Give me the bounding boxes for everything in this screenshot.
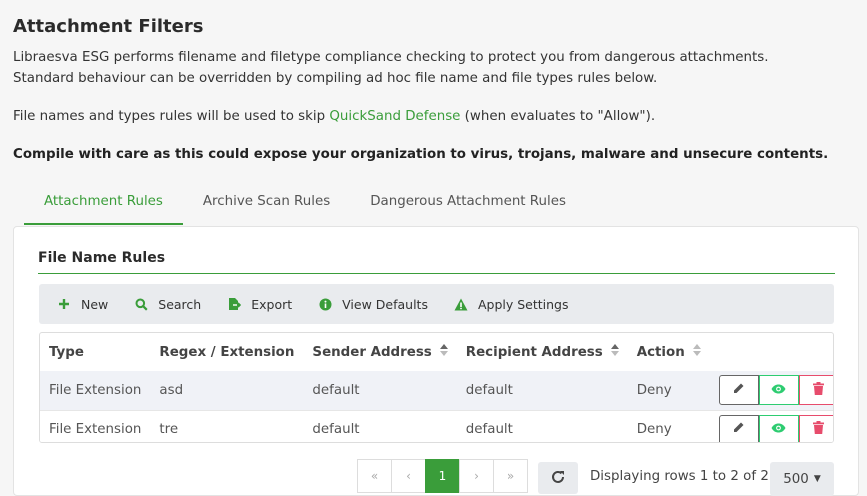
- sort-icon: [439, 344, 448, 360]
- plus-icon: [57, 297, 71, 311]
- column-header-recipient[interactable]: Recipient Address: [457, 333, 628, 371]
- toolbar: New Search Export View Defaults Apply Se…: [39, 284, 834, 324]
- cell-row-actions: [710, 371, 833, 410]
- description-text-after-link: (when evaluates to "Allow").: [460, 109, 656, 124]
- refresh-icon: [551, 469, 565, 488]
- search-button[interactable]: Search: [134, 297, 201, 312]
- view-defaults-button-label: View Defaults: [342, 296, 428, 312]
- column-header-action-label: Action: [636, 345, 685, 360]
- delete-button[interactable]: [798, 375, 833, 406]
- file-export-icon: [227, 297, 242, 311]
- quicksand-defense-link[interactable]: QuickSand Defense: [329, 109, 460, 124]
- eye-icon: [771, 422, 786, 437]
- cell-regex: tre: [159, 422, 179, 438]
- table-header-row: Type Regex / Extension Sender Address Re…: [40, 333, 833, 371]
- tab-attachment-rules[interactable]: Attachment Rules: [24, 184, 183, 225]
- info-icon: [318, 297, 332, 311]
- last-page-button[interactable]: »: [493, 459, 528, 493]
- description-text-before-link: File names and types rules will be used …: [13, 109, 330, 124]
- page-1-button[interactable]: 1: [425, 459, 460, 493]
- caret-down-icon: ▼: [813, 474, 821, 484]
- column-header-sender-label: Sender Address: [312, 345, 432, 360]
- new-button-label: New: [81, 296, 109, 312]
- apply-settings-button-label: Apply Settings: [477, 296, 569, 312]
- column-header-recipient-label: Recipient Address: [465, 345, 603, 360]
- description-line-1: Libraesva ESG performs filename and file…: [13, 50, 769, 65]
- pagination: « ‹ 1 › »: [357, 459, 528, 493]
- eye-icon: [771, 383, 786, 398]
- rows-display-text: Displaying rows 1 to 2 of 2: [590, 469, 769, 484]
- sort-icon: [692, 344, 701, 360]
- tab-archive-scan-rules[interactable]: Archive Scan Rules: [183, 184, 350, 225]
- rules-card: File Name Rules New Search Export View D…: [13, 226, 859, 496]
- description-line-3: File names and types rules will be used …: [13, 109, 655, 124]
- warning-icon: [454, 297, 468, 311]
- prev-page-button[interactable]: ‹: [391, 459, 426, 493]
- section-title: File Name Rules: [38, 250, 835, 274]
- apply-settings-button[interactable]: Apply Settings: [454, 297, 569, 312]
- search-button-label: Search: [158, 296, 202, 312]
- new-button[interactable]: New: [57, 297, 108, 312]
- cell-recipient: default: [465, 382, 513, 398]
- cell-sender: default: [312, 422, 360, 438]
- export-button-label: Export: [251, 296, 293, 312]
- view-button[interactable]: [758, 375, 799, 406]
- pencil-icon: [732, 382, 745, 399]
- edit-button[interactable]: [718, 414, 759, 442]
- cell-sender: default: [312, 382, 360, 398]
- cell-row-actions: [710, 410, 833, 442]
- tab-dangerous-attachment-rules[interactable]: Dangerous Attachment Rules: [350, 184, 586, 225]
- column-header-action[interactable]: Action: [628, 333, 710, 371]
- cell-regex: asd: [159, 382, 184, 398]
- cell-type: File Extension: [49, 382, 142, 398]
- description-line-2: Standard behaviour can be overridden by …: [13, 71, 658, 86]
- column-header-type: Type: [49, 344, 84, 360]
- pencil-icon: [732, 421, 745, 438]
- first-page-button[interactable]: «: [357, 459, 392, 493]
- column-header-sender[interactable]: Sender Address: [303, 333, 456, 371]
- search-icon: [134, 297, 148, 311]
- column-header-regex: Regex / Extension: [159, 344, 295, 360]
- page-title: Attachment Filters: [13, 16, 204, 37]
- table-row: File Extension tre default default Deny: [40, 410, 833, 442]
- delete-button[interactable]: [798, 414, 833, 442]
- warning-text: Compile with care as this could expose y…: [13, 147, 829, 162]
- sort-icon: [610, 344, 619, 360]
- cell-action: Deny: [636, 382, 672, 398]
- trash-icon: [813, 421, 825, 438]
- view-defaults-button[interactable]: View Defaults: [318, 297, 428, 312]
- next-page-button[interactable]: ›: [459, 459, 494, 493]
- refresh-button[interactable]: [538, 462, 578, 494]
- cell-recipient: default: [465, 422, 513, 438]
- cell-type: File Extension: [49, 422, 142, 438]
- cell-action: Deny: [636, 422, 672, 438]
- view-button[interactable]: [758, 414, 799, 442]
- table-row: File Extension asd default default Deny: [40, 371, 833, 410]
- tab-bar: Attachment Rules Archive Scan Rules Dang…: [24, 184, 586, 226]
- edit-button[interactable]: [718, 375, 759, 406]
- trash-icon: [813, 381, 825, 399]
- column-header-actions: [710, 333, 833, 371]
- rules-table: Type Regex / Extension Sender Address Re…: [39, 332, 834, 443]
- page-size-dropdown[interactable]: 500 ▼: [770, 462, 834, 496]
- page-size-value: 500: [783, 471, 809, 487]
- export-button[interactable]: Export: [227, 297, 292, 312]
